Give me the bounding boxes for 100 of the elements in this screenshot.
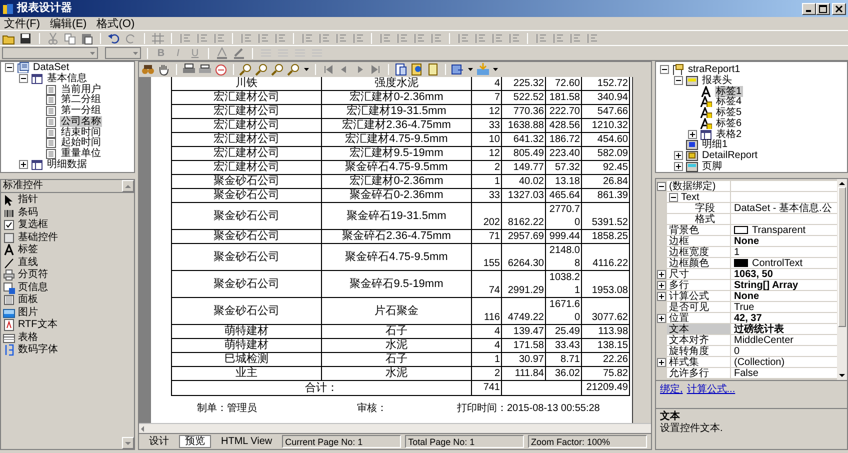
- view-tab[interactable]: HTML View: [215, 435, 278, 448]
- document-icon[interactable]: [394, 63, 408, 76]
- align-icon[interactable]: [317, 32, 331, 44]
- collapse-icon[interactable]: [19, 74, 28, 83]
- scroll-up-button[interactable]: [122, 180, 134, 192]
- align-icon[interactable]: [456, 32, 470, 44]
- align-icon[interactable]: [429, 32, 443, 44]
- tree-item[interactable]: 重量单位: [60, 148, 102, 160]
- toolbox-item[interactable]: 基础控件: [18, 232, 58, 244]
- toolbox-item[interactable]: 条码: [18, 206, 38, 219]
- property-value-cell[interactable]: ControlText: [731, 258, 837, 269]
- printer-icon[interactable]: [182, 63, 196, 76]
- horizontal-scrollbar[interactable]: [139, 423, 651, 433]
- property-value-cell[interactable]: 42, 37: [731, 313, 837, 324]
- align-icon[interactable]: [534, 32, 548, 44]
- align-icon[interactable]: [178, 32, 192, 44]
- expand-icon[interactable]: [19, 160, 28, 170]
- property-name-cell[interactable]: 允许多行: [667, 368, 731, 379]
- view-tab[interactable]: 预览: [179, 435, 211, 448]
- toolbox-item[interactable]: 直线: [18, 256, 38, 269]
- expand-icon[interactable]: [657, 292, 666, 301]
- export-icon[interactable]: [451, 63, 465, 76]
- toolbox-header[interactable]: 标准控件: [1, 180, 122, 192]
- document-icon[interactable]: [426, 63, 440, 76]
- tree-item[interactable]: 页脚: [701, 161, 723, 172]
- expand-icon[interactable]: [688, 130, 697, 139]
- link[interactable]: 计算公式...: [686, 384, 736, 396]
- property-value-cell[interactable]: True: [731, 302, 837, 313]
- property-value-cell[interactable]: [731, 192, 837, 203]
- tree-item[interactable]: DetailReport: [701, 150, 759, 162]
- property-name-cell[interactable]: 计算公式: [667, 291, 731, 302]
- tree-item[interactable]: 标签4: [715, 96, 743, 108]
- toolbox-item[interactable]: 标签: [18, 244, 38, 256]
- tree-item[interactable]: 标签6: [715, 118, 743, 129]
- collapse-icon[interactable]: [669, 192, 678, 202]
- zoom-icon[interactable]: [239, 63, 253, 76]
- align-icon[interactable]: [490, 32, 504, 44]
- align-icon[interactable]: [585, 32, 599, 44]
- tree-item[interactable]: 基本信息: [46, 72, 88, 84]
- align-icon[interactable]: [568, 32, 582, 44]
- property-name-cell[interactable]: 边框宽度: [667, 247, 731, 258]
- align-icon[interactable]: [212, 32, 226, 44]
- vertical-scrollbar[interactable]: [837, 179, 847, 380]
- menu-item[interactable]: 格式(O): [96, 18, 135, 30]
- align-icon[interactable]: [256, 32, 270, 44]
- property-name-cell[interactable]: 边框: [667, 236, 731, 247]
- property-value-cell[interactable]: 1: [731, 247, 837, 258]
- font-color-icon[interactable]: [215, 46, 229, 60]
- tree-item[interactable]: 明细数据: [46, 159, 88, 170]
- expand-icon[interactable]: [657, 270, 666, 279]
- collapse-icon[interactable]: [657, 182, 666, 191]
- expand-icon[interactable]: [657, 281, 666, 290]
- collapse-icon[interactable]: [674, 76, 683, 85]
- property-name-cell[interactable]: 尺寸: [667, 269, 731, 280]
- view-tab[interactable]: 设计: [143, 435, 175, 448]
- toolbox-item[interactable]: 页信息: [18, 282, 48, 294]
- align-icon[interactable]: [395, 32, 409, 44]
- align-icon[interactable]: [239, 32, 253, 44]
- printer-icon[interactable]: [198, 63, 212, 76]
- expand-icon[interactable]: [674, 151, 683, 160]
- maximize-button[interactable]: [816, 2, 830, 14]
- toolbox-item[interactable]: 面板: [18, 294, 38, 306]
- property-name-cell[interactable]: Text: [667, 192, 731, 203]
- property-name-cell[interactable]: 边框颜色: [667, 258, 731, 269]
- tree-item[interactable]: straReport1: [687, 64, 742, 75]
- tree-item[interactable]: 第二分组: [60, 94, 102, 106]
- align-icon[interactable]: [273, 32, 287, 44]
- property-name-cell[interactable]: 文本: [667, 324, 731, 335]
- align-icon[interactable]: [334, 32, 348, 44]
- binoculars-icon[interactable]: [141, 63, 155, 76]
- property-value-cell[interactable]: String[] Array: [731, 280, 837, 291]
- property-value-cell[interactable]: MiddleCenter: [731, 335, 837, 346]
- align-icon[interactable]: [195, 32, 209, 44]
- scroll-down-button[interactable]: [122, 437, 134, 449]
- property-value-cell[interactable]: False: [731, 368, 837, 379]
- link[interactable]: 绑定,: [660, 384, 683, 396]
- size-combo[interactable]: [105, 47, 141, 59]
- toolbox-item[interactable]: RTF文本: [18, 319, 58, 332]
- property-value-cell[interactable]: Transparent: [731, 225, 837, 236]
- tree-item[interactable]: 明细1: [701, 139, 729, 150]
- highlight-icon[interactable]: [232, 46, 246, 60]
- expand-icon[interactable]: [674, 162, 683, 172]
- align-icon[interactable]: [351, 32, 365, 44]
- align-icon[interactable]: [507, 32, 521, 44]
- property-name-cell[interactable]: 文本对齐: [667, 335, 731, 346]
- property-value-cell[interactable]: [731, 214, 837, 225]
- property-value-cell[interactable]: [731, 181, 837, 192]
- property-name-cell[interactable]: 格式: [667, 214, 731, 225]
- tree-item[interactable]: 第一分组: [60, 105, 102, 116]
- expand-icon[interactable]: [657, 314, 666, 323]
- align-icon[interactable]: [551, 32, 565, 44]
- zoom-in-icon[interactable]: [255, 63, 269, 76]
- property-value-cell[interactable]: None: [731, 236, 837, 247]
- property-name-cell[interactable]: 背景色: [667, 225, 731, 236]
- zoom-out-icon[interactable]: [271, 63, 285, 76]
- undo-icon[interactable]: [107, 32, 121, 44]
- copy-icon[interactable]: [63, 32, 77, 44]
- grid-icon[interactable]: [151, 32, 165, 44]
- save-icon[interactable]: [19, 32, 33, 44]
- property-name-cell[interactable]: 样式集: [667, 357, 731, 368]
